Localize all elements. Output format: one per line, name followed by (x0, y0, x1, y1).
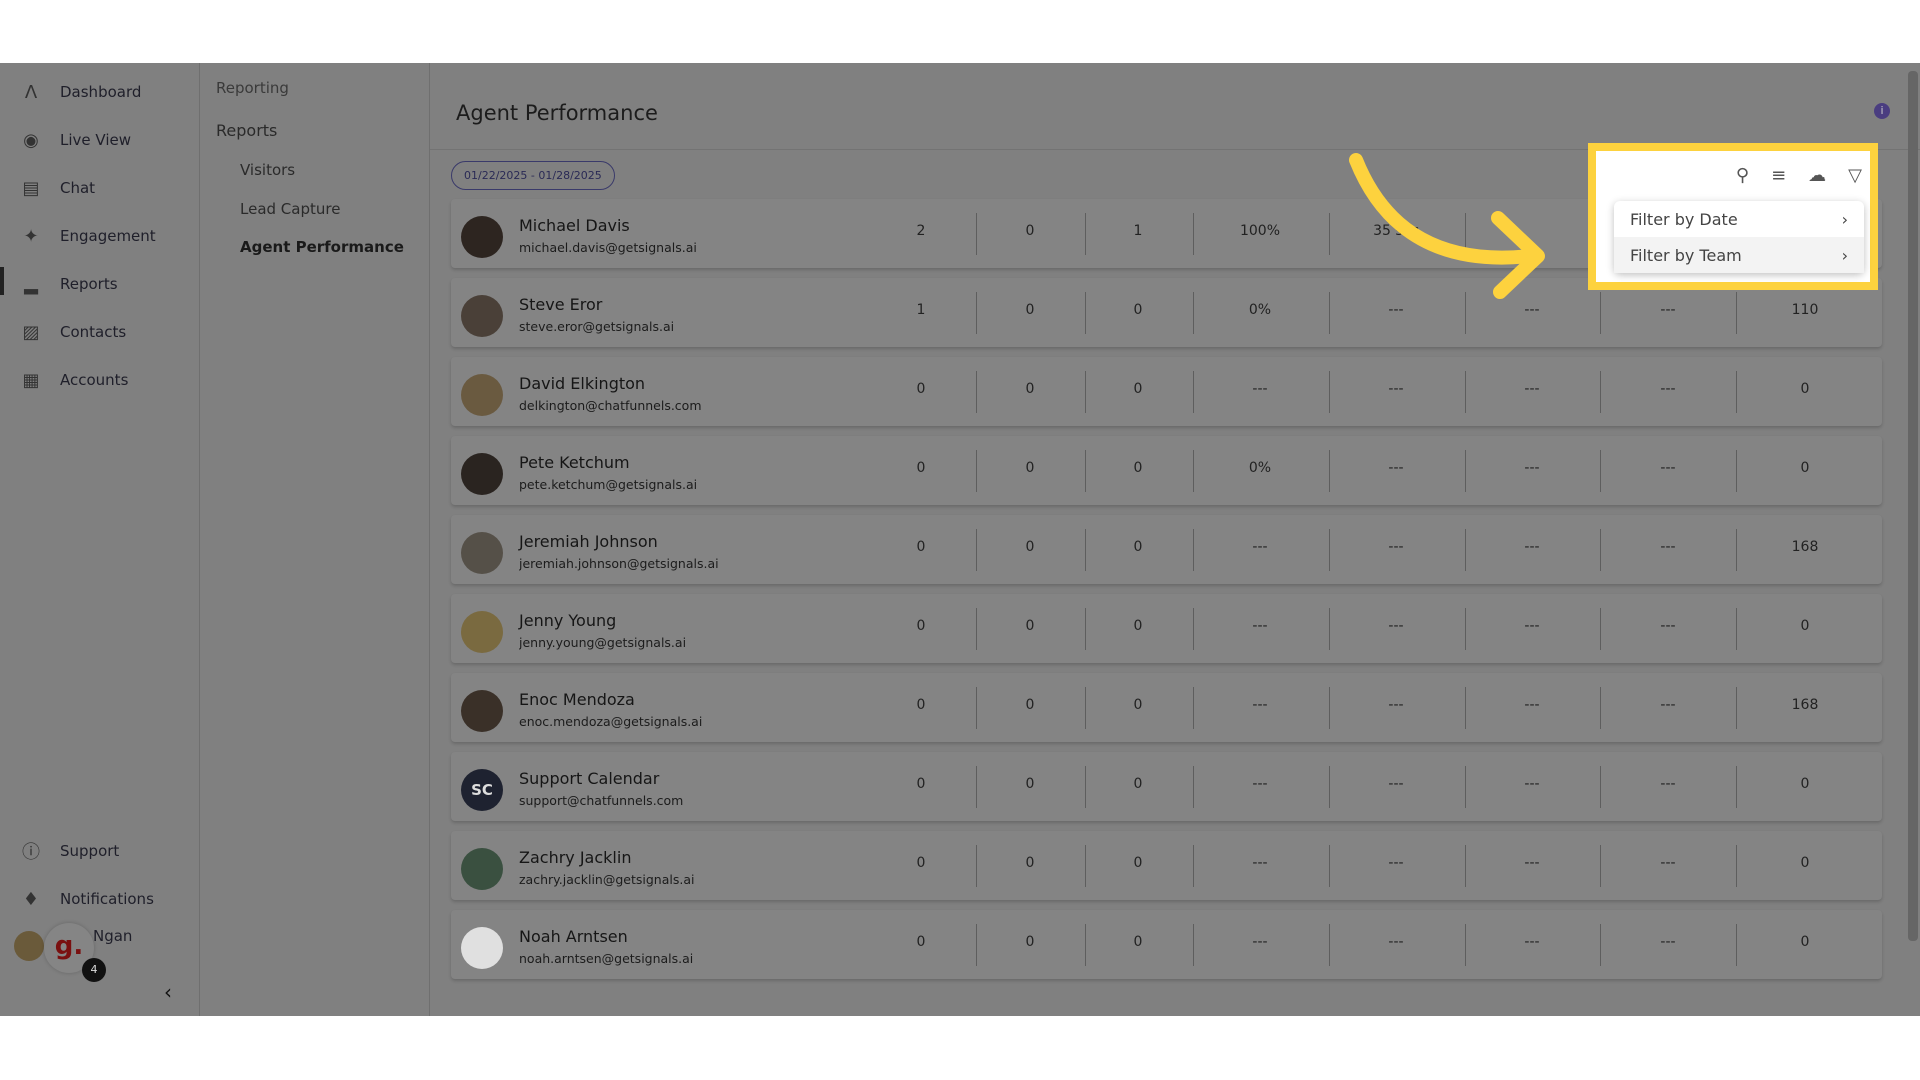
filter-by-date[interactable]: Filter by Date › (1614, 201, 1864, 237)
sort-icon[interactable]: ≡ (1771, 165, 1786, 186)
chevron-right-icon: › (1841, 209, 1848, 229)
filter-icon[interactable]: ▽ (1848, 165, 1862, 186)
menu-label: Filter by Date (1630, 209, 1738, 229)
filter-by-team[interactable]: Filter by Team › (1614, 237, 1864, 273)
menu-label: Filter by Team (1630, 245, 1742, 265)
cloud-download-icon[interactable]: ☁ (1808, 165, 1826, 186)
highlight-box: ⚲ ≡ ☁ ▽ Filter by Date › Filter by Team › (1588, 143, 1878, 290)
filter-menu: Filter by Date › Filter by Team › (1614, 201, 1864, 273)
chevron-right-icon: › (1841, 245, 1848, 265)
search-icon[interactable]: ⚲ (1736, 165, 1749, 186)
